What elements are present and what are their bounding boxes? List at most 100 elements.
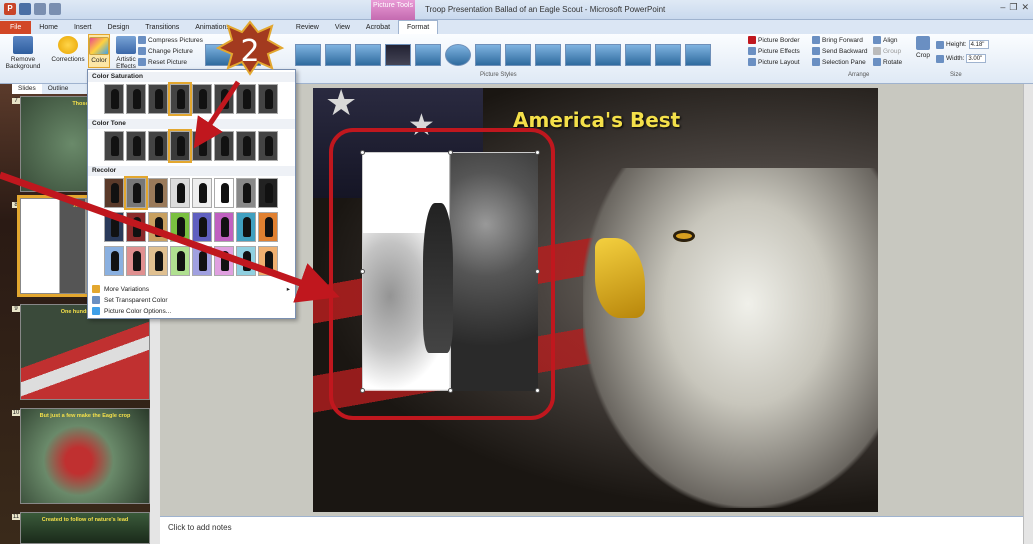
picture-effects-button[interactable]: Picture Effects	[748, 47, 800, 55]
picture-border-button[interactable]: Picture Border	[748, 36, 800, 44]
bring-forward-button[interactable]: Bring Forward	[812, 36, 863, 44]
undo-icon[interactable]	[34, 3, 46, 15]
picture-style-thumb[interactable]	[295, 44, 321, 66]
tab-design[interactable]: Design	[99, 21, 137, 34]
tab-transitions[interactable]: Transitions	[137, 21, 187, 34]
color-swatch[interactable]	[258, 246, 278, 276]
color-swatch-hovered[interactable]	[168, 129, 192, 163]
slide-thumbnail[interactable]: But just a few make the Eagle crop	[20, 408, 150, 504]
color-swatch[interactable]	[236, 212, 256, 242]
color-swatch[interactable]	[236, 246, 256, 276]
tab-file[interactable]: File	[0, 21, 32, 34]
send-backward-button[interactable]: Send Backward	[812, 47, 868, 55]
picture-style-thumb[interactable]	[325, 44, 351, 66]
tab-slides[interactable]: Slides	[12, 84, 42, 94]
minimize-icon[interactable]: –	[1000, 2, 1005, 13]
change-picture-button[interactable]: Change Picture	[138, 47, 193, 55]
picture-style-thumb[interactable]	[655, 44, 681, 66]
group-button[interactable]: Group	[873, 47, 901, 55]
color-swatch[interactable]	[104, 84, 124, 114]
color-swatch[interactable]	[236, 131, 256, 161]
tab-acrobat[interactable]: Acrobat	[358, 21, 398, 34]
more-variations-menu-item[interactable]: More Variations ▸	[92, 285, 292, 293]
picture-style-thumb[interactable]	[565, 44, 591, 66]
picture-styles-gallery[interactable]	[205, 38, 735, 70]
tab-view[interactable]: View	[327, 21, 358, 34]
save-icon[interactable]	[19, 3, 31, 15]
width-input[interactable]: 3.00"	[966, 54, 987, 63]
picture-style-thumb[interactable]	[415, 44, 441, 66]
picture-style-thumb[interactable]	[355, 44, 381, 66]
color-swatch[interactable]	[192, 212, 212, 242]
set-transparent-color-menu-item[interactable]: Set Transparent Color	[92, 296, 168, 304]
recolor-swatches-row-2	[104, 212, 278, 242]
picture-style-thumb[interactable]	[445, 44, 471, 66]
redo-icon[interactable]	[49, 3, 61, 15]
color-swatch[interactable]	[148, 131, 168, 161]
color-swatch[interactable]	[258, 212, 278, 242]
slide-thumbnail[interactable]: Created to follow of nature's lead	[20, 512, 150, 544]
color-swatch[interactable]	[214, 84, 234, 114]
selection-pane-button[interactable]: Selection Pane	[812, 58, 866, 66]
picture-style-thumb[interactable]	[385, 44, 411, 66]
reset-picture-button[interactable]: Reset Picture	[138, 58, 187, 66]
picture-style-thumb[interactable]	[625, 44, 651, 66]
ribbon-tab-bar: File Home Insert Design Transitions Anim…	[0, 20, 1033, 34]
color-swatch[interactable]	[258, 84, 278, 114]
picture-style-thumb[interactable]	[505, 44, 531, 66]
tab-insert[interactable]: Insert	[66, 21, 100, 34]
corrections-button[interactable]: Corrections	[50, 36, 86, 63]
color-swatch[interactable]	[104, 212, 124, 242]
color-swatch[interactable]	[170, 246, 190, 276]
color-swatch[interactable]	[214, 178, 234, 208]
notes-pane[interactable]: Click to add notes	[160, 516, 1023, 544]
color-swatch[interactable]	[104, 178, 124, 208]
color-swatch[interactable]	[258, 131, 278, 161]
color-swatch[interactable]	[192, 246, 212, 276]
tab-review[interactable]: Review	[288, 21, 327, 34]
color-swatch[interactable]	[104, 131, 124, 161]
color-swatch[interactable]	[148, 212, 168, 242]
color-button[interactable]: Color	[88, 34, 110, 68]
color-swatch[interactable]	[170, 212, 190, 242]
restore-icon[interactable]: ❐	[1009, 2, 1017, 13]
color-swatch[interactable]	[126, 84, 146, 114]
picture-style-thumb[interactable]	[685, 44, 711, 66]
tab-outline[interactable]: Outline	[42, 84, 75, 94]
tab-home[interactable]: Home	[31, 21, 66, 34]
color-swatch[interactable]	[214, 131, 234, 161]
close-icon[interactable]: ✕	[1021, 2, 1029, 13]
picture-style-thumb[interactable]	[535, 44, 561, 66]
artistic-effects-button[interactable]: Artistic Effects	[112, 36, 140, 70]
picture-style-thumb[interactable]	[475, 44, 501, 66]
color-swatch[interactable]	[104, 246, 124, 276]
color-swatch[interactable]	[148, 178, 168, 208]
color-swatch[interactable]	[148, 84, 168, 114]
color-swatch[interactable]	[214, 246, 234, 276]
color-swatch[interactable]	[258, 178, 278, 208]
color-swatch[interactable]	[170, 178, 190, 208]
color-swatch-selected[interactable]	[168, 82, 192, 116]
color-swatch[interactable]	[236, 178, 256, 208]
rotate-button[interactable]: Rotate	[873, 58, 902, 66]
color-swatch[interactable]	[236, 84, 256, 114]
align-button[interactable]: Align	[873, 36, 897, 44]
crop-button[interactable]: Crop	[914, 36, 932, 59]
color-swatch[interactable]	[148, 246, 168, 276]
color-swatch[interactable]	[192, 131, 212, 161]
tab-format[interactable]: Format	[398, 20, 439, 34]
color-swatch[interactable]	[126, 212, 146, 242]
vertical-scrollbar[interactable]	[1023, 84, 1033, 544]
color-swatch[interactable]	[214, 212, 234, 242]
picture-color-options-menu-item[interactable]: Picture Color Options...	[92, 307, 171, 315]
picture-style-thumb[interactable]	[595, 44, 621, 66]
height-input[interactable]: 4.18"	[968, 40, 989, 49]
color-swatch[interactable]	[192, 84, 212, 114]
remove-background-button[interactable]: Remove Background	[2, 36, 44, 70]
color-swatch[interactable]	[126, 131, 146, 161]
color-swatch[interactable]	[126, 246, 146, 276]
picture-layout-button[interactable]: Picture Layout	[748, 58, 800, 66]
color-swatch-selected[interactable]	[124, 176, 148, 210]
compress-pictures-button[interactable]: Compress Pictures	[138, 36, 203, 44]
color-swatch[interactable]	[192, 178, 212, 208]
